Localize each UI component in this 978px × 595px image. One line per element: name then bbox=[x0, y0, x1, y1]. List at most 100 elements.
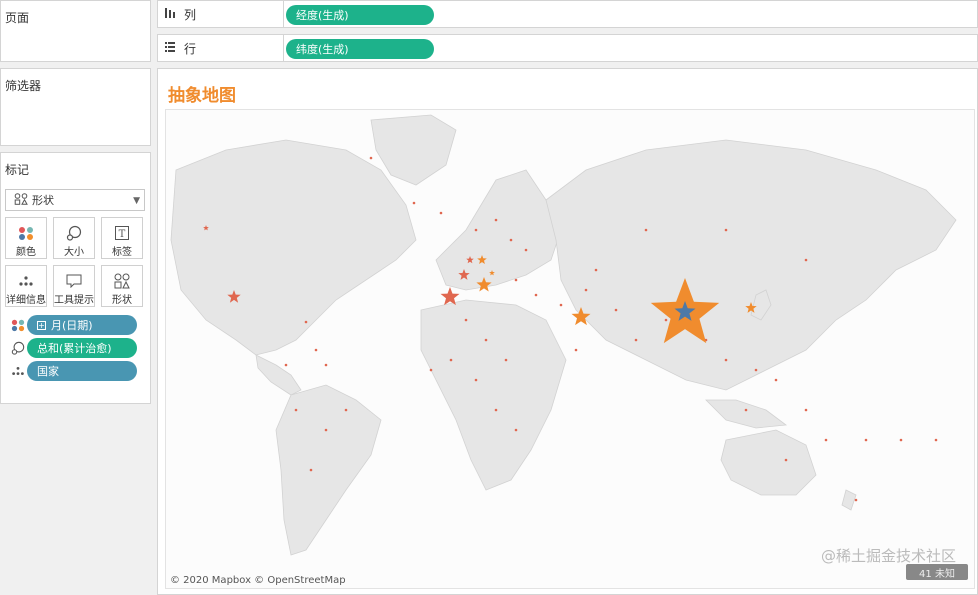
country-dot-marker[interactable] bbox=[464, 318, 468, 322]
shapes-icon bbox=[14, 192, 28, 208]
country-dot-marker[interactable] bbox=[309, 468, 313, 472]
country-dot-marker[interactable] bbox=[934, 438, 938, 442]
country-dot-marker[interactable] bbox=[524, 248, 528, 252]
country-dot-marker[interactable] bbox=[724, 228, 728, 232]
country-dot-marker[interactable] bbox=[754, 368, 758, 372]
pages-card-title: 页面 bbox=[5, 11, 30, 25]
country-dot-marker[interactable] bbox=[774, 378, 778, 382]
color-dots-icon bbox=[9, 318, 27, 332]
country-dot-marker[interactable] bbox=[534, 293, 538, 297]
country-dot-marker[interactable] bbox=[369, 156, 373, 160]
country-dot-marker[interactable] bbox=[864, 438, 868, 442]
label-button-label: 标签 bbox=[112, 247, 132, 258]
country-dot-marker[interactable] bbox=[314, 348, 318, 352]
shapes-icon bbox=[114, 272, 130, 289]
country-dot-marker[interactable] bbox=[429, 368, 433, 372]
country-dot-marker[interactable] bbox=[474, 228, 478, 232]
country-dot-marker[interactable] bbox=[494, 408, 498, 412]
filters-card[interactable]: 筛选器 bbox=[0, 68, 151, 146]
country-dot-marker[interactable] bbox=[412, 201, 416, 205]
country-dot-marker[interactable] bbox=[899, 438, 903, 442]
map-canvas[interactable] bbox=[166, 110, 974, 588]
country-dot-marker[interactable] bbox=[744, 408, 748, 412]
marks-card-title: 标记 bbox=[5, 163, 30, 177]
country-dot-marker[interactable] bbox=[344, 408, 348, 412]
detail-dots-icon bbox=[18, 272, 34, 289]
country-dot-marker[interactable] bbox=[304, 320, 308, 324]
country-dot-marker[interactable] bbox=[324, 363, 328, 367]
country-dot-marker[interactable] bbox=[614, 308, 618, 312]
expand-plus-icon[interactable]: + bbox=[37, 320, 46, 330]
country-pill-label: 国家 bbox=[37, 365, 59, 378]
country-dot-marker[interactable] bbox=[574, 348, 578, 352]
marks-card: 标记 形状 ▼ 颜色 大小 T 标签 详细信息 工具提示 形状 + 月(日期) … bbox=[0, 152, 151, 404]
columns-icon bbox=[164, 7, 176, 22]
country-dot-marker[interactable] bbox=[514, 278, 518, 282]
country-dot-marker[interactable] bbox=[439, 211, 443, 215]
color-dots-icon bbox=[18, 224, 34, 241]
detail-button[interactable]: 详细信息 bbox=[5, 265, 47, 307]
country-dot-marker[interactable] bbox=[724, 358, 728, 362]
shape-button[interactable]: 形状 bbox=[101, 265, 143, 307]
country-dot-marker[interactable] bbox=[594, 268, 598, 272]
country-dot-marker[interactable] bbox=[804, 258, 808, 262]
watermark-badge: 41 未知 bbox=[906, 564, 968, 580]
rows-shelf[interactable]: 行 纬度(生成) bbox=[157, 34, 978, 62]
country-dot-marker[interactable] bbox=[324, 428, 328, 432]
country-dot-marker[interactable] bbox=[494, 218, 498, 222]
size-button-label: 大小 bbox=[64, 247, 84, 258]
country-dot-marker[interactable] bbox=[854, 498, 858, 502]
detail-button-label: 详细信息 bbox=[6, 295, 46, 306]
longitude-pill[interactable]: 经度(生成) bbox=[286, 5, 434, 25]
tooltip-button[interactable]: 工具提示 bbox=[53, 265, 95, 307]
map-attribution: © 2020 Mapbox © OpenStreetMap bbox=[170, 575, 346, 586]
country-dot-marker[interactable] bbox=[514, 428, 518, 432]
tableau-workspace: 页面 筛选器 标记 形状 ▼ 颜色 大小 T 标签 详细信息 工具提示 形状 +… bbox=[0, 0, 978, 595]
cumulative-cured-sum-pill[interactable]: 总和(累计治愈) bbox=[27, 338, 137, 358]
country-dot-marker[interactable] bbox=[634, 338, 638, 342]
latitude-pill[interactable]: 纬度(生成) bbox=[286, 39, 434, 59]
land-north-america bbox=[170, 139, 417, 356]
size-icon bbox=[9, 341, 27, 355]
view-title: 抽象地图 bbox=[168, 86, 236, 106]
columns-shelf[interactable]: 列 经度(生成) bbox=[157, 0, 978, 28]
cumulative-cured-sum-pill-label: 总和(累计治愈) bbox=[37, 342, 112, 355]
label-button[interactable]: T 标签 bbox=[101, 217, 143, 259]
size-icon bbox=[66, 224, 82, 241]
pages-card[interactable]: 页面 bbox=[0, 0, 151, 62]
country-dot-marker[interactable] bbox=[644, 228, 648, 232]
country-dot-marker[interactable] bbox=[664, 318, 668, 322]
country-dot-marker[interactable] bbox=[284, 363, 288, 367]
color-button[interactable]: 颜色 bbox=[5, 217, 47, 259]
country-dot-marker[interactable] bbox=[484, 338, 488, 342]
longitude-pill-label: 经度(生成) bbox=[296, 9, 349, 22]
land-australia bbox=[720, 429, 817, 496]
country-dot-marker[interactable] bbox=[504, 358, 508, 362]
land-southeast-asia-islands bbox=[705, 399, 788, 429]
latitude-pill-label: 纬度(生成) bbox=[296, 43, 349, 56]
size-button[interactable]: 大小 bbox=[53, 217, 95, 259]
columns-shelf-label: 列 bbox=[158, 1, 284, 27]
country-dot-marker[interactable] bbox=[804, 408, 808, 412]
month-date-pill[interactable]: + 月(日期) bbox=[27, 315, 137, 335]
watermark-text: @稀土掘金技术社区 bbox=[820, 547, 956, 565]
text-label-icon: T bbox=[115, 224, 129, 241]
land-central-america bbox=[255, 354, 302, 396]
country-dot-marker[interactable] bbox=[824, 438, 828, 442]
month-date-pill-label: 月(日期) bbox=[51, 319, 93, 332]
country-dot-marker[interactable] bbox=[559, 303, 563, 307]
country-dot-marker[interactable] bbox=[474, 378, 478, 382]
country-dot-marker[interactable] bbox=[449, 358, 453, 362]
land-asia bbox=[545, 139, 957, 391]
country-dot-marker[interactable] bbox=[784, 458, 788, 462]
country-dot-marker[interactable] bbox=[509, 238, 513, 242]
mark-type-dropdown[interactable]: 形状 ▼ bbox=[5, 189, 145, 211]
detail-dots-icon bbox=[9, 365, 27, 377]
country-dot-marker[interactable] bbox=[294, 408, 298, 412]
world-map[interactable]: © 2020 Mapbox © OpenStreetMap @稀土掘金技术社区 … bbox=[165, 109, 975, 589]
svg-text:T: T bbox=[119, 229, 126, 240]
country-pill[interactable]: 国家 bbox=[27, 361, 137, 381]
mark-type-label: 形状 bbox=[32, 194, 54, 207]
color-field-row: + 月(日期) bbox=[9, 315, 137, 335]
country-dot-marker[interactable] bbox=[584, 288, 588, 292]
